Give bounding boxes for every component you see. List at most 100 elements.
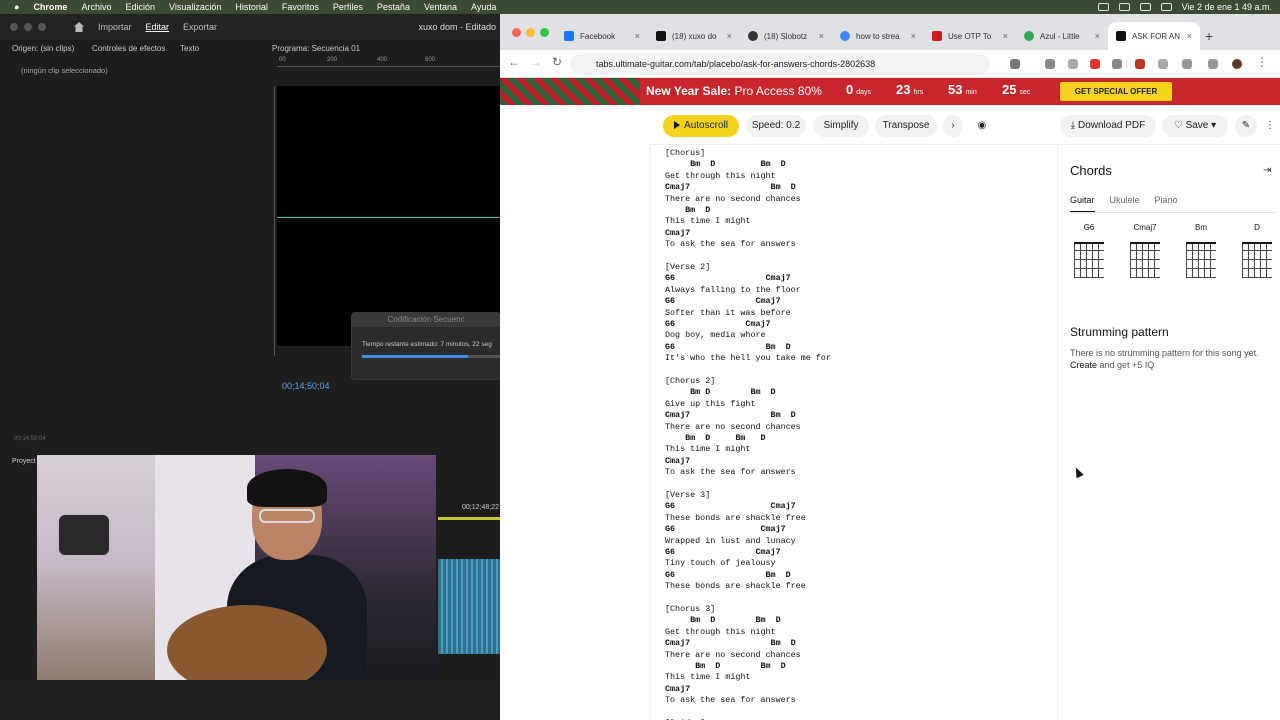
text-panel-tab[interactable]: Texto <box>180 44 199 53</box>
menu-ventana[interactable]: Ventana <box>424 2 457 12</box>
status-icon[interactable] <box>1118 3 1130 11</box>
extension-icon[interactable] <box>1090 59 1100 69</box>
window-zoom-button[interactable] <box>38 23 46 31</box>
clock[interactable]: Vie 2 de ene 1 49 a.m. <box>1182 2 1272 12</box>
tab-importar[interactable]: Importar <box>98 22 132 32</box>
reload-icon[interactable]: ↻ <box>552 55 562 69</box>
program-monitor[interactable] <box>277 86 500 346</box>
timeline-audio-clips[interactable] <box>438 559 500 654</box>
menu-historial[interactable]: Historial <box>235 2 268 12</box>
close-tab-icon[interactable]: × <box>1003 31 1008 41</box>
tab-guitar[interactable]: Guitar <box>1070 195 1095 213</box>
battery-icon[interactable] <box>1160 3 1172 11</box>
zoom-window-button[interactable] <box>540 28 549 37</box>
close-tab-icon[interactable]: × <box>819 31 824 41</box>
chord-line[interactable]: Bm D Bm D <box>665 387 775 398</box>
status-icon[interactable] <box>1097 3 1109 11</box>
sidebar-icon[interactable] <box>1208 59 1218 69</box>
project-panel-tab[interactable]: Proyect <box>12 458 36 465</box>
close-tab-icon[interactable]: × <box>1187 31 1192 41</box>
tab-ukulele[interactable]: Ukulele <box>1110 195 1140 213</box>
chord-line[interactable]: G6 Cmaj7 <box>665 524 786 535</box>
transpose-button[interactable]: Transpose <box>875 115 937 137</box>
back-icon[interactable]: ← <box>508 55 520 69</box>
chord-diagram-d[interactable]: D <box>1238 223 1276 278</box>
edit-pencil-icon[interactable]: ✎ <box>1235 115 1257 137</box>
autoscroll-button[interactable]: Autoscroll <box>663 115 739 137</box>
chord-line[interactable]: Cmaj7 Bm D <box>665 182 796 193</box>
menu-pestana[interactable]: Pestaña <box>377 2 410 12</box>
effect-controls-tab[interactable]: Controles de efectos <box>92 44 165 53</box>
apple-icon[interactable]: ● <box>14 2 19 12</box>
browser-tab-active[interactable]: ASK FOR AN × <box>1108 22 1200 50</box>
minimize-window-button[interactable] <box>526 28 535 37</box>
chord-line[interactable]: Cmaj7 Bm D <box>665 410 796 421</box>
create-strumming-link[interactable]: Create <box>1070 360 1097 370</box>
puzzle-icon[interactable] <box>1182 59 1192 69</box>
forward-icon[interactable]: → <box>530 55 542 69</box>
close-window-button[interactable] <box>512 28 521 37</box>
tab-piano[interactable]: Piano <box>1155 195 1178 213</box>
chord-line[interactable]: Bm D Bm D <box>665 159 786 170</box>
download-pdf-button[interactable]: ⤓ Download PDF <box>1060 115 1156 137</box>
browser-tab[interactable]: how to strea × <box>832 22 924 50</box>
source-panel-tab[interactable]: Origen: (sin clips) <box>12 44 74 53</box>
chord-line[interactable]: G6 Cmaj7 <box>665 296 781 307</box>
browser-tab[interactable]: (18) Slobotz × <box>740 22 832 50</box>
close-tab-icon[interactable]: × <box>1095 31 1100 41</box>
window-minimize-button[interactable] <box>24 23 32 31</box>
menu-ayuda[interactable]: Ayuda <box>471 2 496 12</box>
chord-diagram-g6[interactable]: G6 <box>1070 223 1108 278</box>
extension-icon[interactable] <box>1045 59 1055 69</box>
simplify-button[interactable]: Simplify <box>813 115 869 137</box>
chord-line[interactable]: Bm D <box>665 205 710 216</box>
more-options-icon[interactable]: ⋮ <box>1262 115 1278 137</box>
home-icon[interactable] <box>74 22 84 32</box>
close-tab-icon[interactable]: × <box>727 31 732 41</box>
extension-icon[interactable] <box>1112 59 1122 69</box>
save-button[interactable]: ♡ Save ▾ <box>1162 115 1228 137</box>
extension-icon[interactable] <box>1135 59 1145 69</box>
chord-line[interactable]: Cmaj7 <box>665 456 690 467</box>
chord-line[interactable]: Cmaj7 <box>665 228 690 239</box>
chord-line[interactable]: G6 Bm D <box>665 342 791 353</box>
menu-favoritos[interactable]: Favoritos <box>282 2 319 12</box>
window-close-button[interactable] <box>10 23 18 31</box>
chord-line[interactable]: Bm D Bm D <box>665 615 780 626</box>
speed-button[interactable]: Speed: 0.2 <box>746 115 806 137</box>
chord-line[interactable]: G6 Cmaj7 <box>665 501 796 512</box>
browser-tab[interactable]: (18) xuxo do × <box>648 22 740 50</box>
more-tools-button[interactable]: › <box>943 115 963 137</box>
tab-editar[interactable]: Editar <box>146 22 170 32</box>
browser-tab[interactable]: Azul - Little × <box>1016 22 1108 50</box>
chord-line[interactable]: G6 Cmaj7 <box>665 319 771 330</box>
browser-tab[interactable]: Facebook × <box>556 22 648 50</box>
extension-icon[interactable] <box>1068 59 1078 69</box>
menu-archivo[interactable]: Archivo <box>81 2 111 12</box>
menu-perfiles[interactable]: Perfiles <box>333 2 363 12</box>
chrome-menu-icon[interactable]: ⋮ <box>1256 55 1268 69</box>
menu-visualizacion[interactable]: Visualización <box>169 2 221 12</box>
profile-avatar[interactable] <box>1232 59 1242 69</box>
chord-diagram-cmaj7[interactable]: Cmaj7 <box>1126 223 1164 278</box>
close-tab-icon[interactable]: × <box>635 31 640 41</box>
chord-line[interactable]: Bm D Bm D <box>665 433 765 444</box>
menu-edicion[interactable]: Edición <box>125 2 155 12</box>
chord-sheet[interactable]: [Chorus] Bm D Bm D Get through this night… <box>650 145 1056 720</box>
chord-diagram-bm[interactable]: Bm <box>1182 223 1220 278</box>
chord-line[interactable]: Bm D Bm D <box>665 661 785 672</box>
program-timecode[interactable]: 00;14;50;04 <box>282 381 330 391</box>
chord-line[interactable]: G6 Cmaj7 <box>665 273 791 284</box>
collapse-sidebar-icon[interactable]: ⇥ <box>1263 165 1271 176</box>
promo-banner[interactable]: New Year Sale: Pro Access 80% 0 days 23 … <box>500 78 1280 105</box>
browser-tab[interactable]: Use OTP To × <box>924 22 1016 50</box>
extension-icon[interactable] <box>1010 59 1020 69</box>
url-field[interactable]: tabs.ultimate-guitar.com/tab/placebo/ask… <box>570 53 990 75</box>
chord-line[interactable]: G6 Bm D <box>665 570 791 581</box>
wifi-icon[interactable] <box>1139 3 1151 11</box>
tab-exportar[interactable]: Exportar <box>183 22 217 32</box>
program-monitor-tab[interactable]: Programa: Secuencia 01 <box>272 44 360 53</box>
app-menu[interactable]: Chrome <box>33 2 67 12</box>
record-icon[interactable]: ◉ <box>972 115 992 137</box>
special-offer-button[interactable]: GET SPECIAL OFFER <box>1060 82 1172 101</box>
